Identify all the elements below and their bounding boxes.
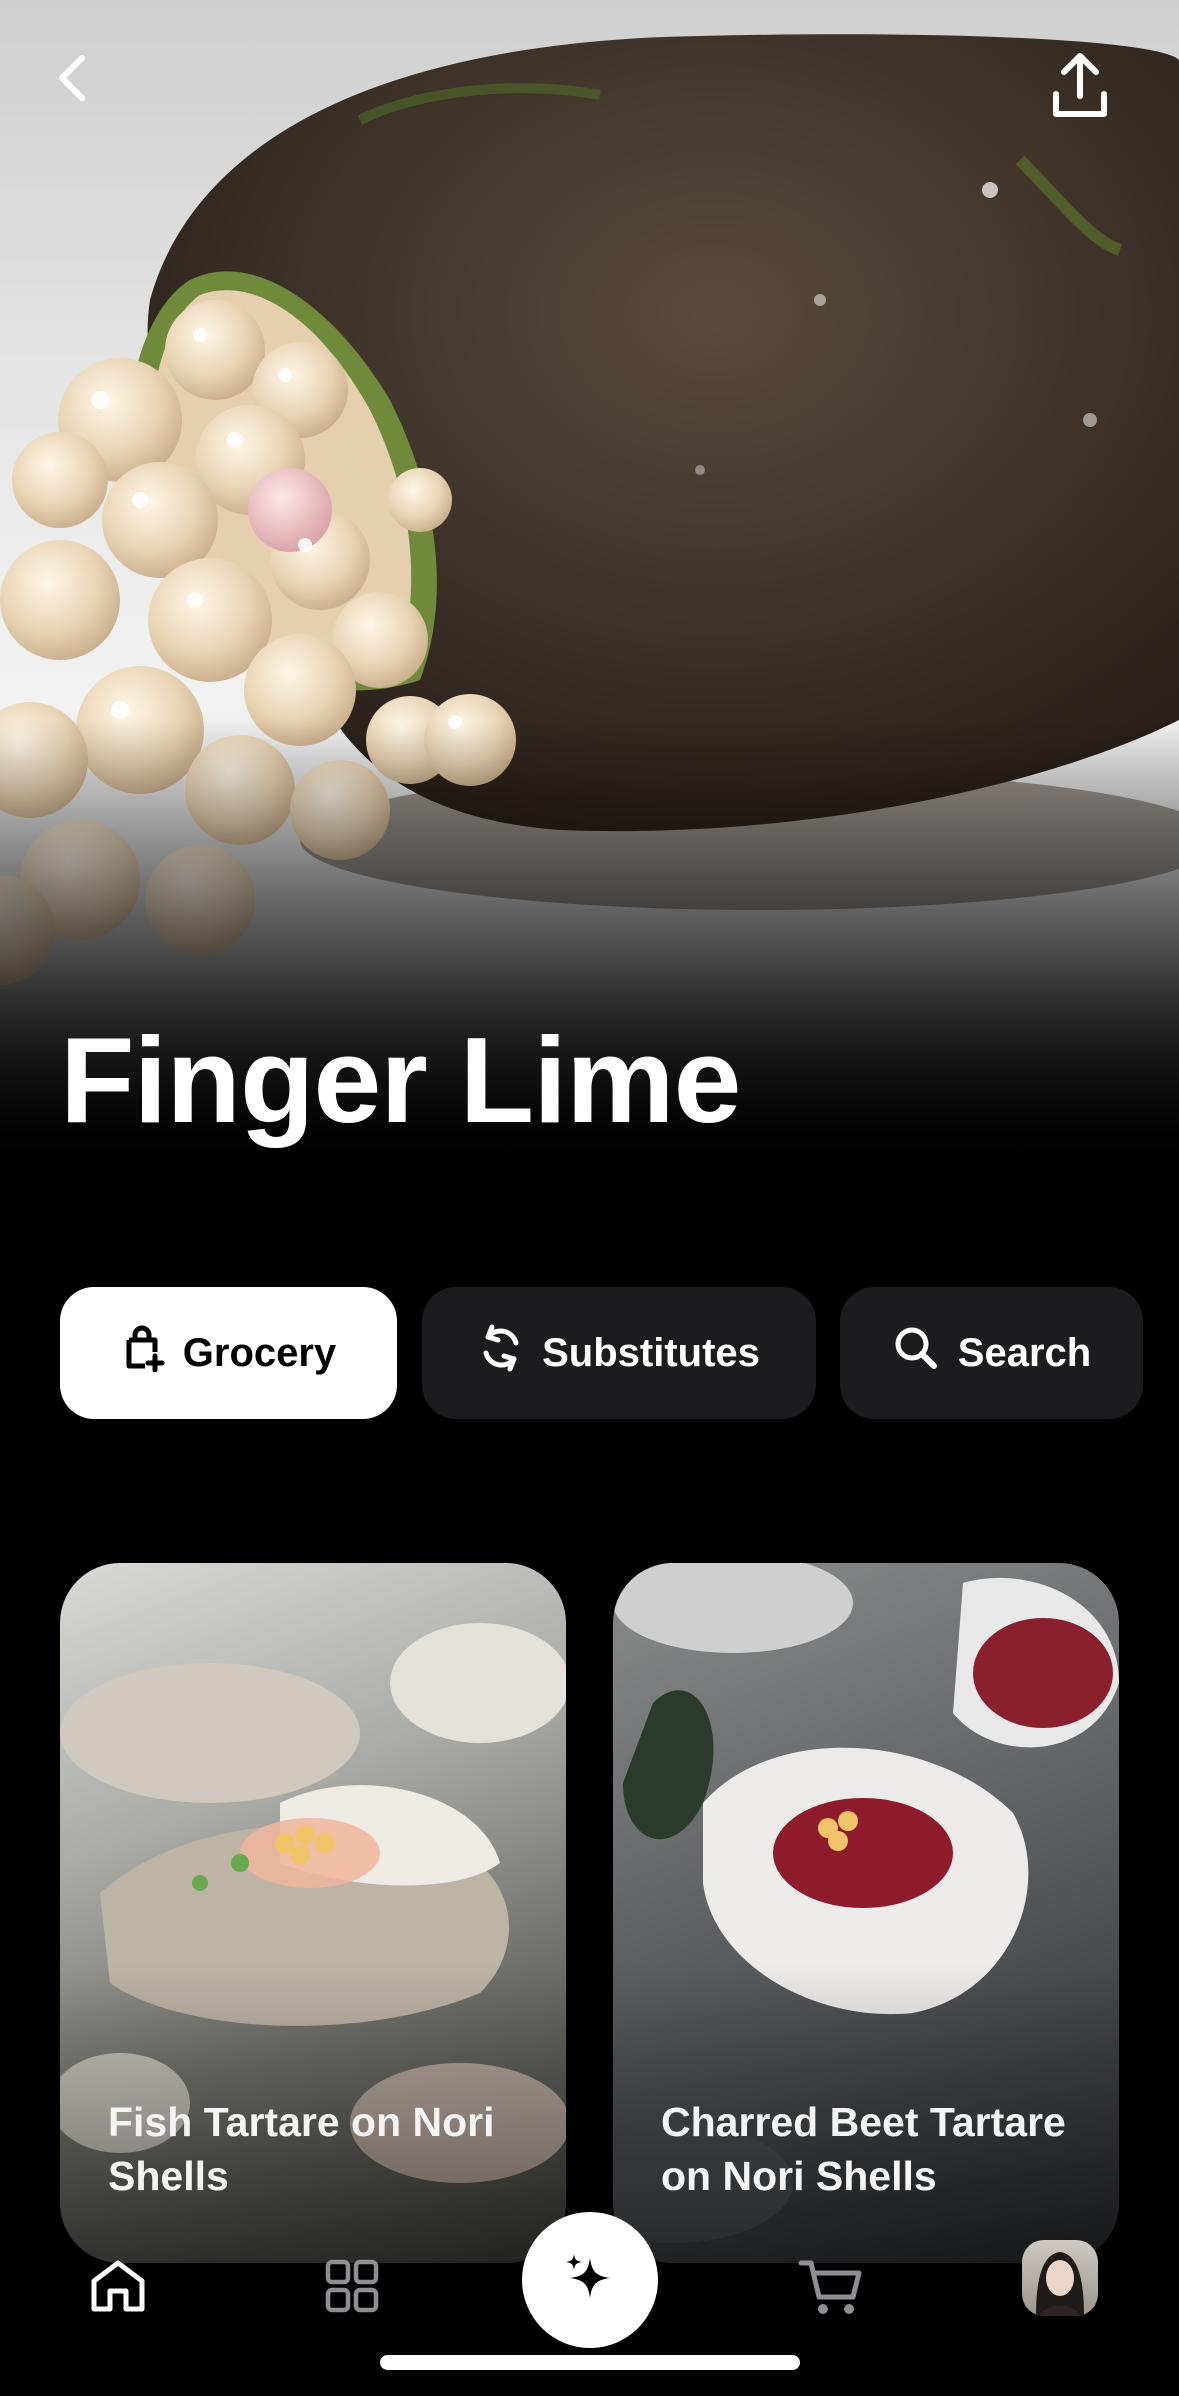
cart-icon (797, 2255, 865, 2324)
nav-cart[interactable] (786, 2244, 876, 2334)
avatar-image (1036, 2252, 1084, 2316)
nav-categories[interactable] (312, 2248, 392, 2328)
back-button[interactable] (50, 50, 140, 140)
share-button[interactable] (1050, 50, 1140, 140)
search-button[interactable]: Search (840, 1287, 1143, 1419)
search-icon (892, 1324, 940, 1382)
grid-icon (324, 2258, 380, 2319)
nav-ai-assistant[interactable] (522, 2212, 658, 2348)
nav-home[interactable] (78, 2250, 158, 2326)
hero-image (0, 0, 1179, 1180)
substitutes-label: Substitutes (542, 1330, 760, 1375)
shopping-bag-plus-icon (121, 1324, 165, 1382)
recipe-title: Fish Tartare on Nori Shells (108, 2099, 495, 2199)
profile-avatar[interactable] (1022, 2240, 1098, 2316)
recipe-card[interactable]: Charred Beet Tartare on Nori Shells (613, 1563, 1119, 2263)
home-icon (88, 2257, 148, 2320)
recipe-title: Charred Beet Tartare on Nori Shells (661, 2099, 1066, 2199)
home-indicator (380, 2355, 800, 2370)
search-label: Search (957, 1330, 1092, 1375)
sparkles-icon (560, 2248, 620, 2313)
page-title: Finger Lime (60, 1012, 741, 1148)
recipe-card[interactable]: Fish Tartare on Nori Shells (60, 1563, 566, 2263)
grocery-button[interactable]: Grocery (60, 1287, 397, 1419)
substitutes-button[interactable]: Substitutes (422, 1287, 816, 1419)
action-chips: Grocery Substitutes Search (0, 1287, 1179, 1419)
grocery-label: Grocery (182, 1330, 337, 1375)
swap-arrows-icon (478, 1323, 524, 1383)
